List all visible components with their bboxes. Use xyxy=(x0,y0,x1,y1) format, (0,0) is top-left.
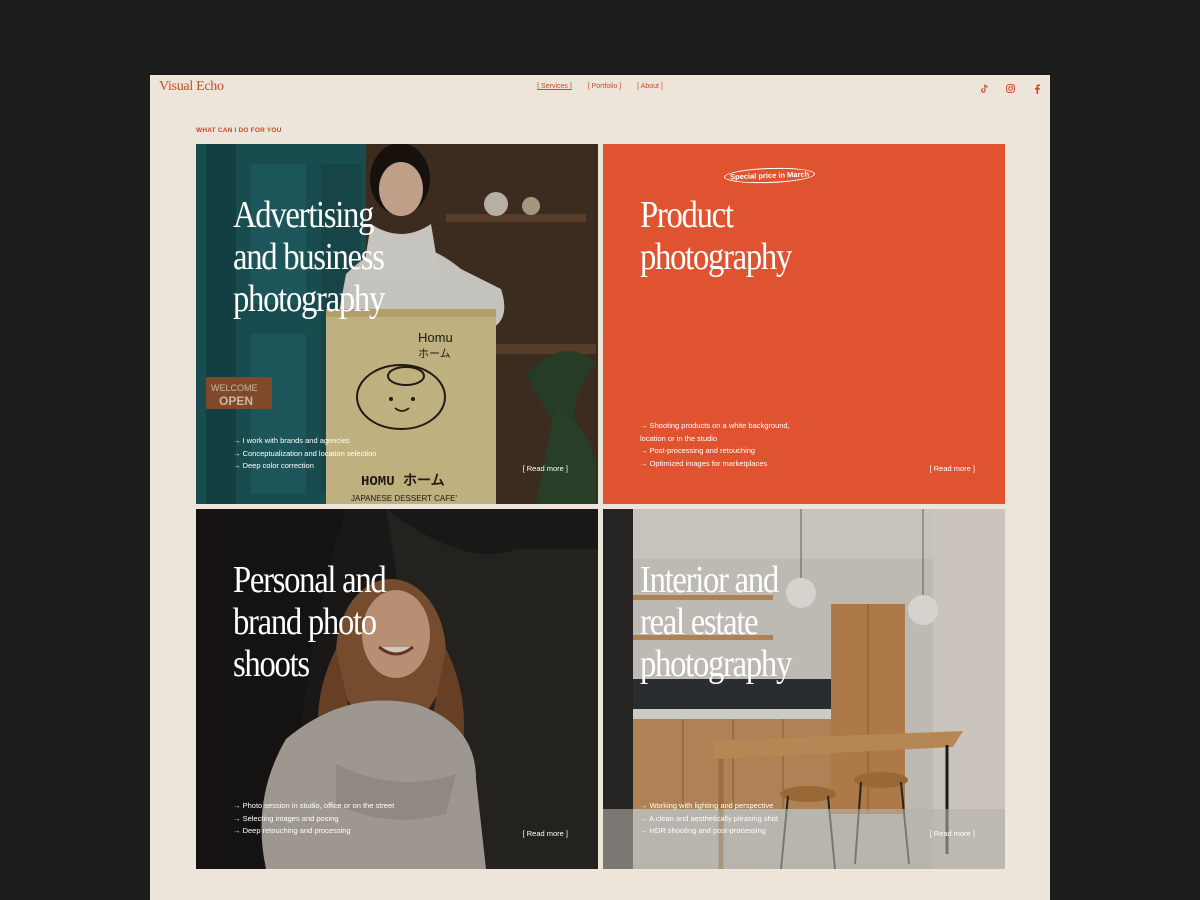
facebook-icon[interactable] xyxy=(1031,83,1042,94)
service-card-personal[interactable]: Personal and brand photo shoots Photo se… xyxy=(196,509,598,869)
service-card-advertising[interactable]: Homu ホーム HOMU ホーム JAPANESE DESSERT CAFE'… xyxy=(196,144,598,504)
bullet-item: A clean and aesthetically pleasing shot xyxy=(640,813,778,826)
main-nav: [ Services ] [ Portfolio ] [ About ] xyxy=(150,83,1050,90)
bullet-item: Working with lighting and perspective xyxy=(640,800,778,813)
bullet-item: Post-processing and retouching xyxy=(640,445,790,458)
bullet-item: Selecting images and posing xyxy=(233,813,394,826)
card-bullets: Working with lighting and perspective A … xyxy=(640,800,778,838)
read-more-link[interactable]: [ Read more ] xyxy=(523,464,568,473)
bullet-item: I work with brands and agencies xyxy=(233,435,376,448)
read-more-link[interactable]: [ Read more ] xyxy=(523,829,568,838)
page: Visual Echo [ Services ] [ Portfolio ] [… xyxy=(150,75,1050,900)
card-bullets: Shooting products on a white background,… xyxy=(640,420,790,470)
bullet-item: Photo session in studio, office or on th… xyxy=(233,800,395,813)
section-eyebrow: WHAT CAN I DO FOR YOU xyxy=(196,127,282,134)
bullet-item: HDR shooting and post-processing xyxy=(640,825,778,838)
nav-services[interactable]: [ Services ] xyxy=(537,83,572,90)
service-card-product[interactable]: Special price in March Product photograp… xyxy=(603,144,1005,504)
nav-about[interactable]: [ About ] xyxy=(637,83,663,90)
bullet-item: Conceptualization and location selection xyxy=(233,448,377,461)
card-title: Interior and real estate photography xyxy=(640,559,792,685)
tiktok-icon[interactable] xyxy=(979,83,990,94)
social-links xyxy=(979,83,1042,94)
read-more-link[interactable]: [ Read more ] xyxy=(930,829,975,838)
card-bullets: Photo session in studio, office or on th… xyxy=(233,800,395,838)
bullet-item: Deep retouching and processing xyxy=(233,825,394,838)
instagram-icon[interactable] xyxy=(1005,83,1016,94)
bullet-item: Deep color correction xyxy=(233,460,376,473)
card-title: Advertising and business photography xyxy=(233,194,385,320)
card-title: Personal and brand photo shoots xyxy=(233,559,387,685)
special-price-badge: Special price in March xyxy=(723,166,816,185)
service-card-interior[interactable]: Interior and real estate photography Wor… xyxy=(603,509,1005,869)
card-bullets: I work with brands and agencies Conceptu… xyxy=(233,435,377,473)
card-title: Product photography xyxy=(640,194,792,278)
read-more-link[interactable]: [ Read more ] xyxy=(930,464,975,473)
bullet-item: Shooting products on a white background,… xyxy=(640,420,790,445)
bullet-item: Optimized images for marketplaces xyxy=(640,458,790,471)
nav-portfolio[interactable]: [ Portfolio ] xyxy=(588,83,621,90)
